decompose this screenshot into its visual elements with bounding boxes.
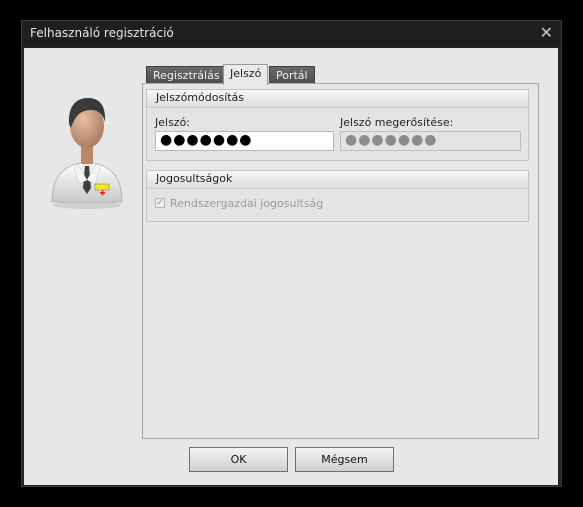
tab-password[interactable]: Jelszó [223, 64, 269, 85]
tab-registration[interactable]: Regisztrálás [146, 66, 227, 84]
tab-panel-password: Jelszómódosítás Jelszó: Jelszó megerősít… [142, 83, 539, 439]
password-group-header: Jelszómódosítás [147, 90, 528, 108]
password-change-group: Jelszómódosítás Jelszó: Jelszó megerősít… [146, 89, 529, 161]
password-input[interactable]: ●●●●●●● [155, 131, 334, 151]
tab-portal[interactable]: Portál [269, 66, 315, 84]
admin-checkbox-label: Rendszergazdai jogosultság [170, 197, 324, 210]
admin-checkbox[interactable]: ✓ [155, 198, 165, 208]
dialog-body: Regisztrálás Jelszó Portál Jelszómódosít… [24, 48, 558, 485]
permissions-group-header: Jogosultságok [147, 171, 528, 189]
cancel-button[interactable]: Mégsem [295, 447, 394, 472]
dialog-window: Felhasználó regisztráció ✕ Regisztrálás … [21, 20, 562, 487]
confirm-password-input[interactable]: ●●●●●●● [340, 131, 521, 151]
window-title: Felhasználó regisztráció [30, 26, 174, 40]
confirm-password-label: Jelszó megerősítése: [340, 116, 454, 129]
doctor-avatar-icon [51, 98, 123, 209]
title-bar[interactable]: Felhasználó regisztráció ✕ [22, 21, 561, 47]
ok-button[interactable]: OK [189, 447, 288, 472]
close-icon[interactable]: ✕ [540, 23, 553, 42]
permissions-group: Jogosultságok ✓ Rendszergazdai jogosults… [146, 170, 529, 222]
password-label: Jelszó: [155, 116, 191, 129]
